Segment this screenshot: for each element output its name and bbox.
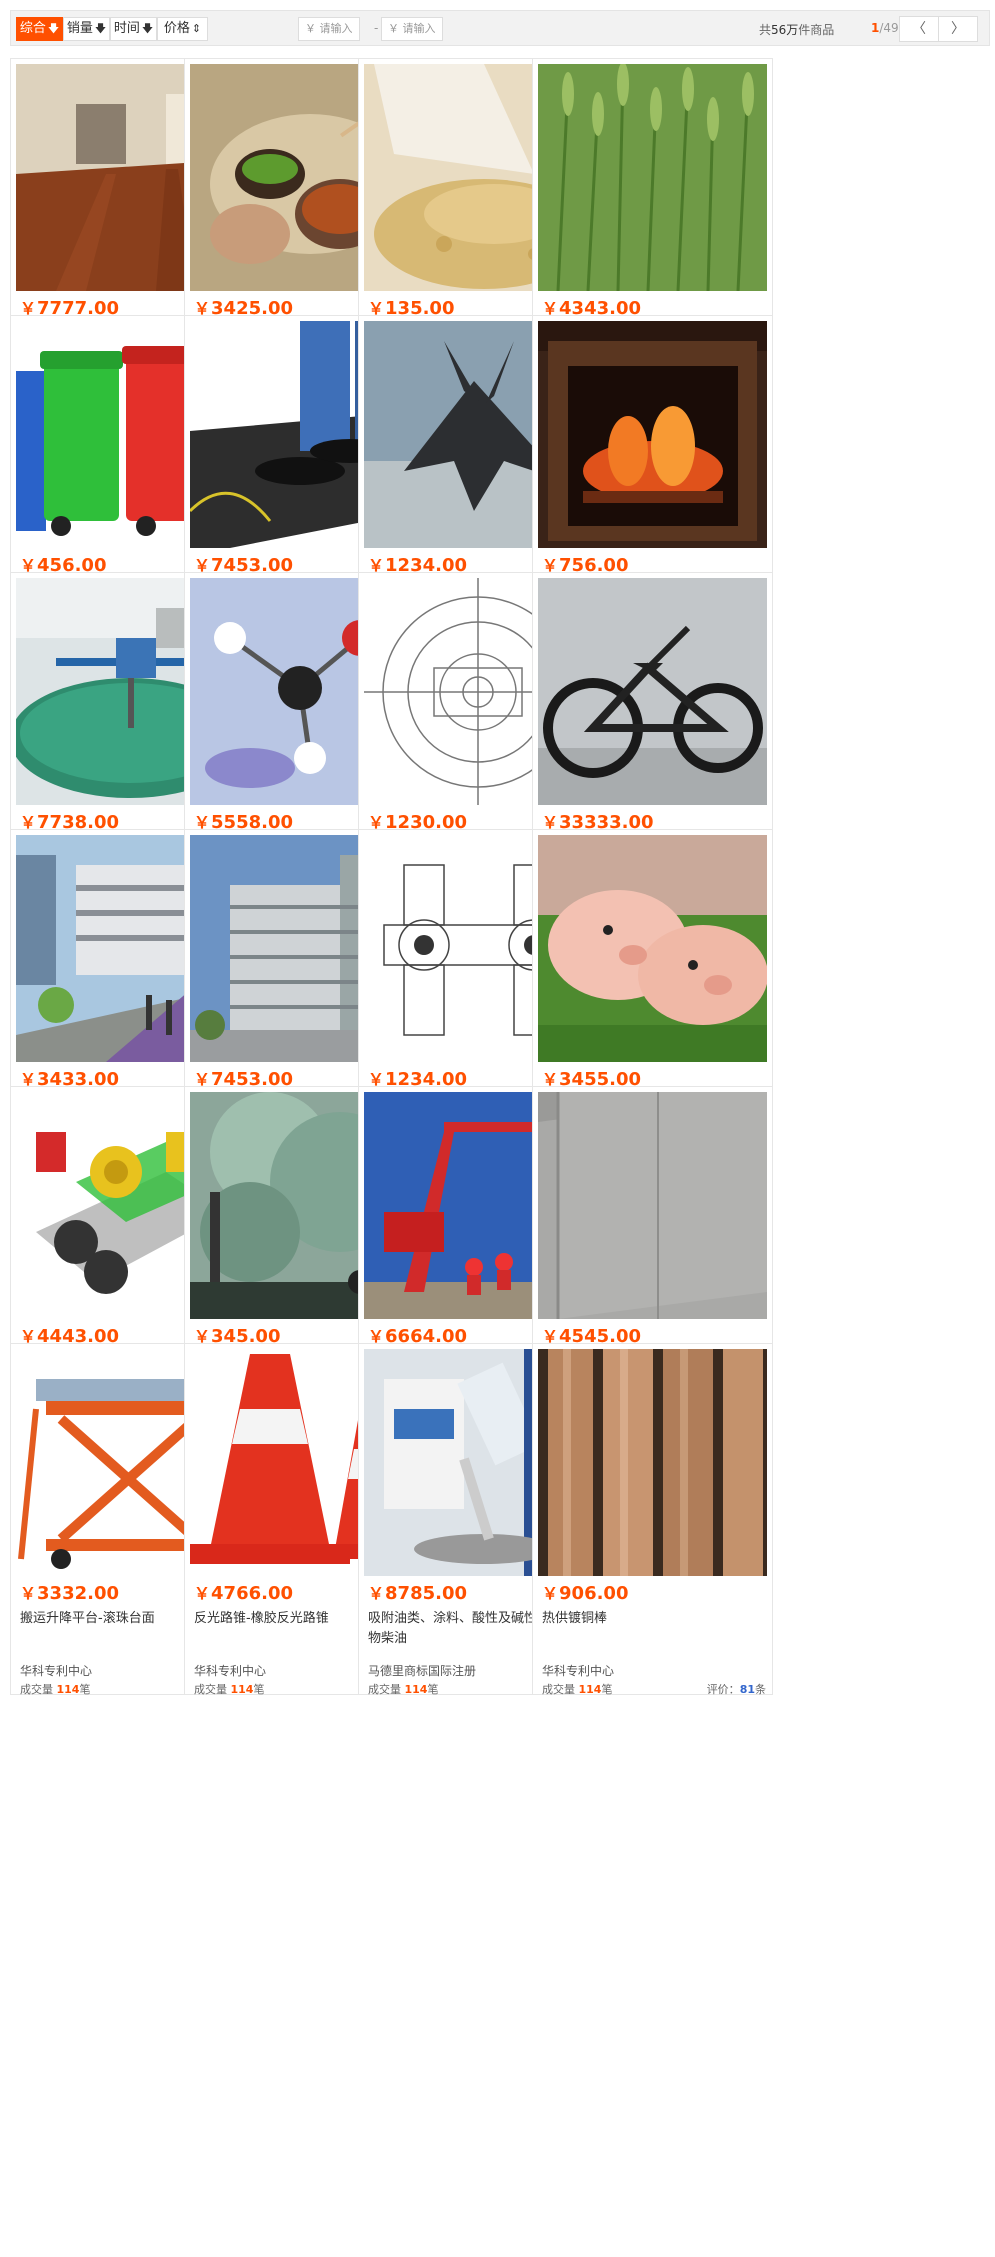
prev-page-button[interactable]: 〈	[899, 16, 939, 42]
sort-label: 综合	[19, 21, 46, 36]
product-title[interactable]: 热供镀铜棒	[542, 1609, 766, 1649]
sales-prefix: 成交量	[20, 1683, 57, 1696]
sort-label: 时间	[113, 21, 140, 36]
sort-label: 销量	[66, 21, 93, 36]
piglets-image	[538, 835, 767, 1062]
product-price: ￥906.00	[542, 1583, 628, 1605]
product-image[interactable]	[538, 835, 767, 1062]
sales-suffix: 笔	[601, 1683, 613, 1696]
shop-name[interactable]: 华科专利中心	[20, 1662, 92, 1679]
total-pages: /49	[879, 21, 899, 35]
insulation-panels-image	[538, 1092, 767, 1319]
next-page-button[interactable]: 〉	[938, 16, 978, 42]
copper-rods-image	[538, 1349, 767, 1576]
sort-sales-button[interactable]: 销量 🡇	[63, 17, 110, 41]
product-image[interactable]	[538, 64, 767, 291]
shop-name[interactable]: 马德里商标国际注册	[368, 1662, 476, 1679]
sort-comprehensive-button[interactable]: 综合 🡇	[16, 17, 63, 41]
filter-toolbar: 综合 🡇 销量 🡇 时间 🡇 价格 ⇕ ￥ 请输入 - ￥ 请输入 共56万件商品 1/…	[10, 10, 990, 46]
arrow-down-icon: 🡇	[94, 22, 107, 35]
sales-prefix: 成交量	[194, 1683, 231, 1696]
product-image[interactable]	[538, 321, 767, 548]
chevron-left-icon: 〈	[912, 21, 926, 37]
shop-name[interactable]: 华科专利中心	[542, 1662, 614, 1679]
review-count[interactable]: 评价：81条	[707, 1681, 766, 1697]
sales-count: 114	[230, 1683, 254, 1696]
currency-symbol: ￥	[194, 1584, 211, 1603]
sort-label: 价格	[163, 21, 190, 36]
sales-prefix: 成交量	[368, 1683, 405, 1696]
arrow-updown-icon: ⇕	[191, 22, 202, 35]
currency-symbol: ￥	[542, 1584, 559, 1603]
electric-fireplace-image	[538, 321, 767, 548]
review-number: 81	[739, 1683, 755, 1696]
electric-bike-image	[538, 578, 767, 805]
price-max-input[interactable]: ￥ 请输入	[381, 17, 443, 41]
total-prefix: 共	[759, 23, 772, 37]
sales-prefix: 成交量	[542, 1683, 579, 1696]
sales-suffix: 笔	[427, 1683, 439, 1696]
price-min-input[interactable]: ￥ 请输入	[298, 17, 360, 41]
sales-count: 114	[56, 1683, 80, 1696]
product-image[interactable]	[538, 1092, 767, 1319]
price-value: 906.00	[559, 1583, 629, 1604]
product-card[interactable]: ￥906.00 热供镀铜棒华科专利中心成交量 114笔 评价：81条	[532, 1343, 773, 1697]
chevron-right-icon: 〉	[951, 21, 965, 37]
price-range-dash: -	[374, 21, 379, 35]
sort-time-button[interactable]: 时间 🡇	[110, 17, 157, 41]
wheat-field-image	[538, 64, 767, 291]
product-price: ￥4766.00	[194, 1583, 293, 1605]
total-number: 56万	[771, 23, 799, 37]
sort-price-button[interactable]: 价格 ⇕	[157, 17, 208, 41]
price-value: 3332.00	[37, 1583, 119, 1604]
product-meta: 成交量 114笔 评价：81条	[542, 1681, 766, 1697]
sales-count: 114	[404, 1683, 428, 1696]
review-prefix: 评价：	[706, 1683, 740, 1696]
product-price: ￥3332.00	[20, 1583, 119, 1605]
sales-suffix: 笔	[79, 1683, 91, 1696]
total-count: 共56万件商品	[759, 21, 834, 38]
product-image[interactable]	[538, 578, 767, 805]
page-indicator: 1/49	[871, 21, 899, 35]
arrow-down-icon: 🡇	[141, 22, 154, 35]
sales-count: 114	[578, 1683, 602, 1696]
product-image[interactable]	[538, 1349, 767, 1576]
price-value: 4766.00	[211, 1583, 293, 1604]
shop-name[interactable]: 华科专利中心	[194, 1662, 266, 1679]
arrow-down-icon: 🡇	[47, 22, 60, 35]
sales-suffix: 笔	[253, 1683, 265, 1696]
review-suffix: 条	[755, 1683, 766, 1696]
currency-symbol: ￥	[20, 1584, 37, 1603]
price-value: 8785.00	[385, 1583, 467, 1604]
product-price: ￥8785.00	[368, 1583, 467, 1605]
currency-symbol: ￥	[368, 1584, 385, 1603]
total-suffix: 件商品	[798, 23, 835, 37]
